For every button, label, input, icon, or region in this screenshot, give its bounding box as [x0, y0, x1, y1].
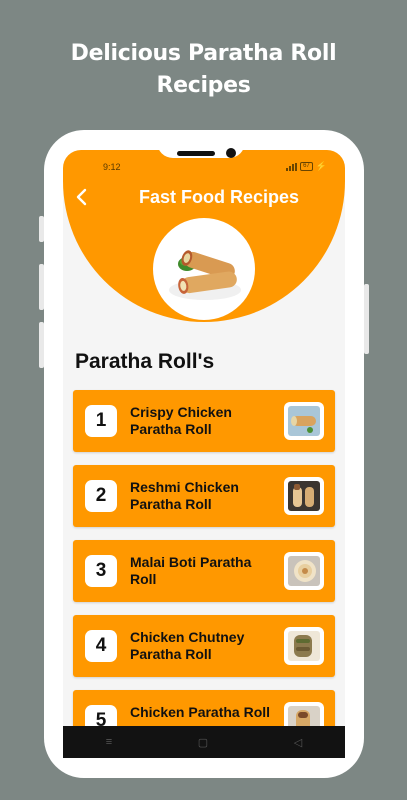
- recipe-name: Chicken Paratha Roll: [130, 704, 271, 720]
- phone-frame: 9:12 67 ⚡ Fast Food Recipes Paratha Roll…: [44, 130, 364, 778]
- recipe-name: Chicken Chutney Paratha Roll: [130, 629, 245, 662]
- recipe-number: 4: [85, 630, 117, 662]
- camera-icon: [226, 148, 236, 158]
- recipe-thumbnail: [284, 402, 324, 440]
- chevron-left-icon: [76, 188, 87, 206]
- recipe-number: 3: [85, 555, 117, 587]
- recipe-name: Reshmi Chicken Paratha Roll: [130, 479, 239, 512]
- section-title: Paratha Roll's: [75, 350, 215, 373]
- recipe-number: 1: [85, 405, 117, 437]
- promo-title: Delicious Paratha Roll Recipes: [0, 38, 407, 102]
- promo-title-line-1: Delicious Paratha Roll: [70, 41, 337, 66]
- back-button[interactable]: [71, 186, 93, 208]
- status-time: 9:12: [103, 162, 121, 172]
- home-icon[interactable]: ▢: [198, 736, 208, 749]
- recipe-thumbnail: [284, 552, 324, 590]
- status-icons: 67 ⚡: [286, 161, 327, 172]
- battery-icon: 67: [300, 162, 313, 171]
- recipe-list-item[interactable]: 2 Reshmi Chicken Paratha Roll: [73, 465, 335, 527]
- speaker-icon: [177, 151, 215, 156]
- app-screen: 9:12 67 ⚡ Fast Food Recipes Paratha Roll…: [63, 150, 345, 758]
- recipe-name: Malai Boti Paratha Roll: [130, 554, 252, 587]
- recipe-list: 1 Crispy Chicken Paratha Roll 2 Reshmi C…: [73, 390, 335, 758]
- recipe-list-item[interactable]: 4 Chicken Chutney Paratha Roll: [73, 615, 335, 677]
- recipe-number: 2: [85, 480, 117, 512]
- charging-icon: ⚡: [315, 161, 327, 171]
- page-title: Fast Food Recipes: [138, 187, 300, 207]
- android-nav-bar: ≡ ▢ ◁: [63, 726, 345, 758]
- paratha-roll-hero-image: [153, 218, 255, 320]
- battery-level: 67: [303, 163, 310, 169]
- recipe-thumbnail: [284, 627, 324, 665]
- recipe-name: Crispy Chicken Paratha Roll: [130, 404, 232, 437]
- signal-icon: [286, 162, 298, 171]
- recipe-list-item[interactable]: 1 Crispy Chicken Paratha Roll: [73, 390, 335, 452]
- back-icon[interactable]: ◁: [294, 736, 302, 749]
- recipe-thumbnail: [284, 477, 324, 515]
- recipe-list-item[interactable]: 3 Malai Boti Paratha Roll: [73, 540, 335, 602]
- menu-icon[interactable]: ≡: [106, 736, 112, 748]
- promo-title-line-2: Recipes: [156, 73, 251, 98]
- phone-side-button: [364, 284, 369, 354]
